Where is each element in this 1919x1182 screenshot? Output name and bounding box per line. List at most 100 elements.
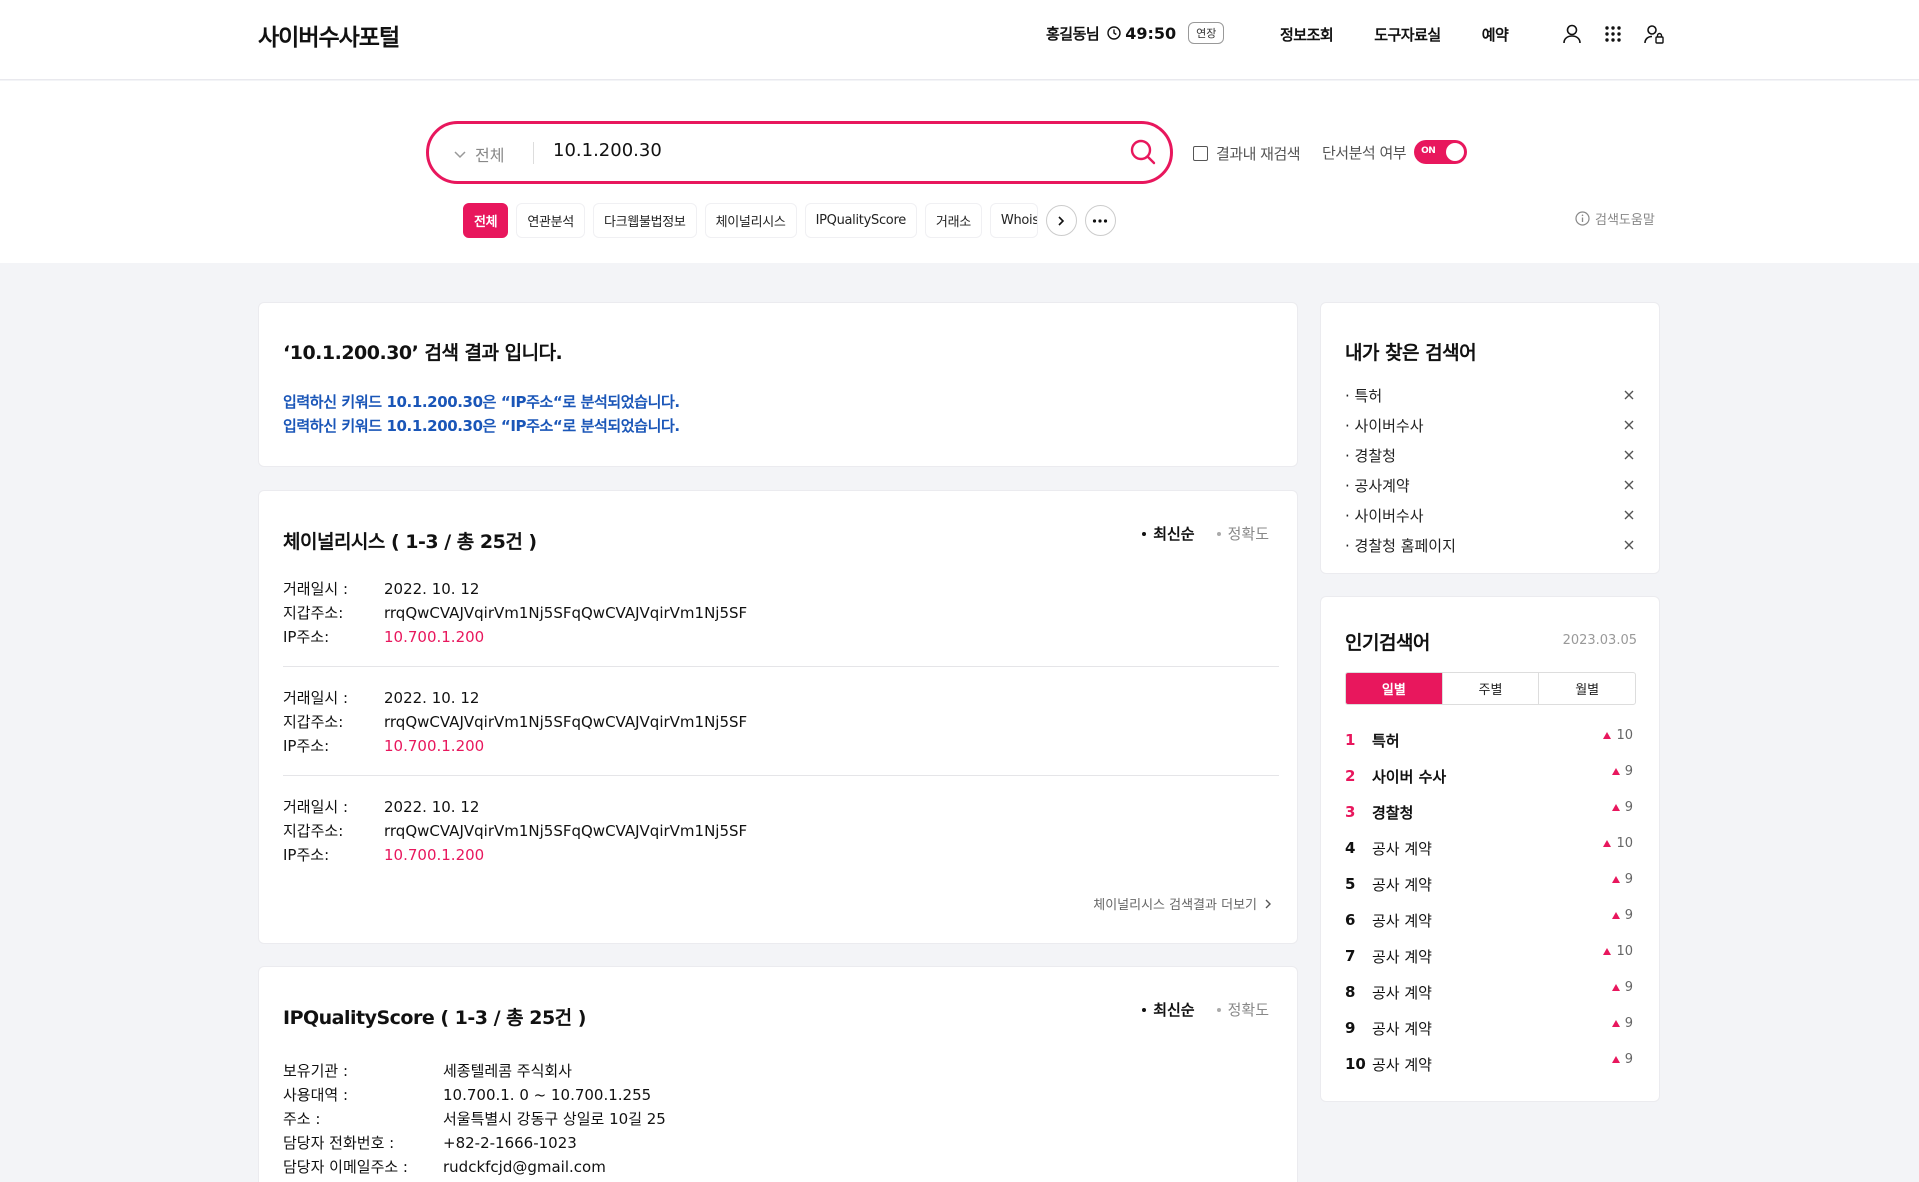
popular-item[interactable]: 5 공사 계약 9 <box>1345 866 1636 902</box>
record-divider <box>283 666 1279 667</box>
research-option[interactable]: 결과내 재검색 <box>1193 143 1301 164</box>
recent-keyword: · 특허 <box>1345 386 1383 405</box>
popular-item[interactable]: 2 사이버 수사 9 <box>1345 758 1636 794</box>
recent-item[interactable]: · 경찰청 홈페이지 <box>1345 530 1636 560</box>
trend-count: 9 <box>1624 800 1633 815</box>
wallet-address: rrqQwCVAJVqirVm1Nj5SFqQwCVAJVqirVm1Nj5SF <box>384 822 748 840</box>
more-horizontal-icon <box>1093 218 1108 223</box>
popular-item[interactable]: 6 공사 계약 9 <box>1345 902 1636 938</box>
rank-number: 9 <box>1345 1019 1356 1037</box>
nav-info-lookup[interactable]: 정보조회 <box>1280 24 1334 45</box>
close-icon[interactable] <box>1622 508 1636 522</box>
close-icon[interactable] <box>1622 448 1636 462</box>
chip-ipqualityscore[interactable]: IPQualityScore <box>804 203 917 238</box>
site-logo[interactable]: 사이버수사포털 <box>258 18 400 52</box>
search-divider <box>533 142 534 164</box>
chip-related-analysis[interactable]: 연관분석 <box>516 203 585 238</box>
ip-address-link[interactable]: 10.700.1.200 <box>384 734 484 758</box>
phone-label: 담당자 전화번호 : <box>283 1134 395 1152</box>
close-icon[interactable] <box>1622 538 1636 552</box>
header-icons <box>1561 23 1665 45</box>
chevron-right-icon <box>1265 899 1271 908</box>
rank-number: 8 <box>1345 983 1356 1001</box>
popular-searches-card: 인기검색어 2023.03.05 일별 주별 월별 1 특허 10 2 사이버 수사 9… <box>1320 596 1660 1102</box>
record-divider <box>283 775 1279 776</box>
grid-menu-icon[interactable] <box>1602 23 1624 45</box>
close-icon[interactable] <box>1622 388 1636 402</box>
recent-item[interactable]: · 사이버수사 <box>1345 410 1636 440</box>
popular-item[interactable]: 1 특허 10 <box>1345 722 1636 758</box>
phone-value: +82-2-1666-1023 <box>443 1134 577 1152</box>
tab-daily[interactable]: 일별 <box>1346 673 1443 704</box>
chainalysis-card: 체이널리시스 ( 1-3 / 총 25건 ) 최신순 정확도 거래일시 : 202… <box>258 490 1298 944</box>
close-icon[interactable] <box>1622 478 1636 492</box>
popular-list: 1 특허 10 2 사이버 수사 9 3 경찰청 9 4 공사 계약 10 5 공사 계약 9 6공… <box>1345 722 1636 1082</box>
search-scope-dropdown[interactable]: 전체 <box>453 142 504 166</box>
nav-tools-library[interactable]: 도구자료실 <box>1374 24 1441 45</box>
chip-whois[interactable]: Whois <box>989 203 1038 238</box>
recent-keyword: · 사이버수사 <box>1345 506 1424 525</box>
chip-darkweb[interactable]: 다크웹불법정보 <box>592 203 697 238</box>
transaction-date: 2022. 10. 12 <box>384 689 480 707</box>
tab-monthly[interactable]: 월별 <box>1539 673 1635 704</box>
sort-accuracy[interactable]: 정확도 <box>1216 999 1269 1020</box>
clue-analysis-toggle[interactable]: ON <box>1414 140 1468 164</box>
trend-indicator: 9 <box>1611 800 1633 815</box>
search-input[interactable] <box>553 140 1113 161</box>
popular-item[interactable]: 3 경찰청 9 <box>1345 794 1636 830</box>
chip-all[interactable]: 전체 <box>463 203 509 238</box>
recent-item[interactable]: · 경찰청 <box>1345 440 1636 470</box>
user-icon[interactable] <box>1561 23 1583 45</box>
ipqualityscore-card: IPQualityScore ( 1-3 / 총 25건 ) 최신순 정확도 보… <box>258 966 1298 1182</box>
trend-count: 9 <box>1624 872 1633 887</box>
ip-address-link[interactable]: 10.700.1.200 <box>384 625 484 649</box>
search-help-link[interactable]: 검색도움말 <box>1575 209 1655 228</box>
chip-exchange[interactable]: 거래소 <box>924 203 982 238</box>
popular-item[interactable]: 10 공사 계약 9 <box>1345 1046 1636 1082</box>
trend-indicator: 9 <box>1611 908 1633 923</box>
sort-latest[interactable]: 최신순 <box>1142 999 1195 1020</box>
ip-label: IP주소: <box>283 846 330 864</box>
chainalysis-title: 체이널리시스 ( 1-3 / 총 25건 ) <box>283 531 537 553</box>
user-settings-icon[interactable] <box>1643 23 1665 45</box>
chainalysis-more-link[interactable]: 체이널리시스 검색결과 더보기 <box>1093 894 1273 913</box>
transaction-date: 2022. 10. 12 <box>384 580 480 598</box>
sort-accuracy[interactable]: 정확도 <box>1216 523 1269 544</box>
ip-address-link[interactable]: 10.700.1.200 <box>384 843 484 867</box>
popular-keyword: 경찰청 <box>1372 803 1414 822</box>
info-icon <box>1575 211 1590 226</box>
summary-line: 입력하신 키워드 10.1.200.30은 “IP주소“로 분석되었습니다. <box>283 393 680 411</box>
range-label: 사용대역 : <box>283 1086 349 1104</box>
popular-keyword: 공사 계약 <box>1372 875 1432 894</box>
session-timer: 49:50 <box>1107 24 1176 43</box>
popular-keyword: 공사 계약 <box>1372 947 1432 966</box>
popular-item[interactable]: 9 공사 계약 9 <box>1345 1010 1636 1046</box>
search-button[interactable] <box>1129 138 1157 166</box>
toggle-knob <box>1446 143 1465 161</box>
tab-weekly[interactable]: 주별 <box>1443 673 1540 704</box>
popular-item[interactable]: 4 공사 계약 10 <box>1345 830 1636 866</box>
user-name: 홍길동님 <box>1046 24 1100 43</box>
chips-next-button[interactable] <box>1045 205 1077 236</box>
trend-count: 9 <box>1624 764 1633 779</box>
chips-more-button[interactable] <box>1084 205 1116 236</box>
summary-line: 입력하신 키워드 10.1.200.30은 “IP주소“로 분석되었습니다. <box>283 417 680 435</box>
popular-item[interactable]: 7 공사 계약 10 <box>1345 938 1636 974</box>
trend-up-icon <box>1611 1056 1620 1063</box>
popular-item[interactable]: 8 공사 계약 9 <box>1345 974 1636 1010</box>
rank-number: 1 <box>1345 731 1356 749</box>
recent-list: · 특허 · 사이버수사 · 경찰청 · 공사계약 · 사이버수사 · 경찰청 … <box>1345 380 1636 560</box>
recent-item[interactable]: · 사이버수사 <box>1345 500 1636 530</box>
close-icon[interactable] <box>1622 418 1636 432</box>
recent-item[interactable]: · 특허 <box>1345 380 1636 410</box>
research-label: 결과내 재검색 <box>1216 145 1301 163</box>
extend-session-button[interactable]: 연장 <box>1188 22 1225 44</box>
recent-item[interactable]: · 공사계약 <box>1345 470 1636 500</box>
owner-label: 보유기관 : <box>283 1062 349 1080</box>
trend-indicator: 9 <box>1611 764 1633 779</box>
chip-chainalysis[interactable]: 체이널리시스 <box>704 203 797 238</box>
sort-latest[interactable]: 최신순 <box>1142 523 1195 544</box>
research-checkbox[interactable] <box>1193 146 1208 161</box>
trend-up-icon <box>1603 732 1612 739</box>
nav-reservation[interactable]: 예약 <box>1482 24 1509 45</box>
